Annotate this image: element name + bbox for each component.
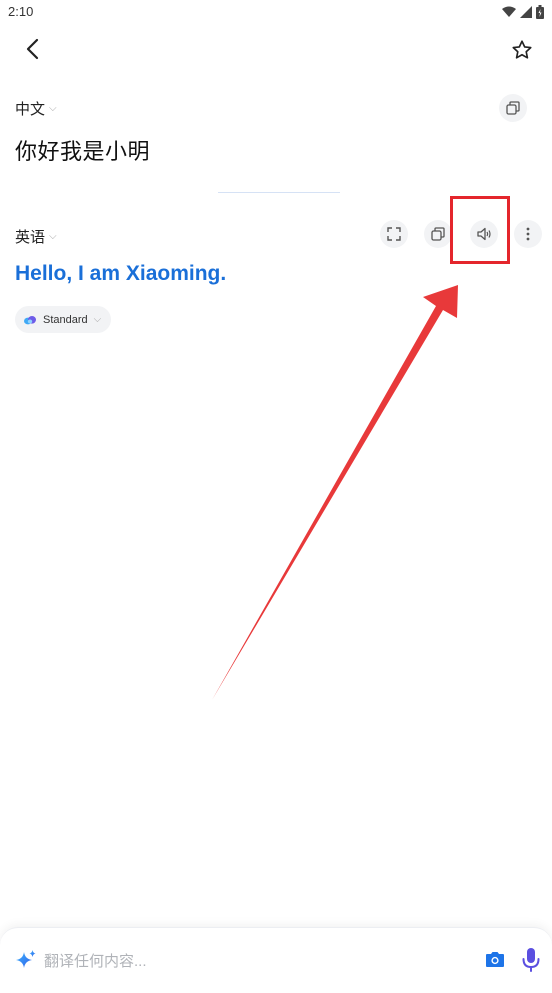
status-icons — [502, 4, 544, 20]
translation-screen: 2:10 中文 ⌵ 你好我是小明 英语 ⌵ Hello, I am Xiaomi… — [0, 0, 552, 993]
translated-text[interactable]: Hello, I am Xiaoming. — [15, 262, 226, 286]
fullscreen-icon — [387, 227, 401, 241]
section-divider — [218, 192, 340, 193]
status-time: 2:10 — [8, 4, 34, 19]
fullscreen-button[interactable] — [380, 220, 408, 248]
source-language-select[interactable]: 中文 ⌵ — [15, 98, 57, 119]
more-vertical-icon — [526, 227, 530, 241]
input-bar — [0, 927, 552, 993]
source-language-label: 中文 — [15, 101, 46, 118]
style-chip-label: Standard — [43, 313, 88, 326]
copy-icon — [431, 227, 445, 241]
source-text[interactable]: 你好我是小明 — [15, 134, 150, 166]
camera-icon — [486, 952, 504, 967]
chevron-down-icon: ⌵ — [49, 103, 57, 114]
target-copy-button[interactable] — [424, 220, 452, 248]
copy-icon — [506, 101, 520, 115]
target-language-select[interactable]: 英语 ⌵ — [15, 226, 57, 247]
battery-icon — [536, 5, 544, 19]
cloud-logo-icon — [24, 315, 36, 324]
translate-input[interactable] — [44, 948, 464, 974]
voice-input-button[interactable] — [519, 946, 543, 974]
chevron-left-icon — [26, 38, 39, 60]
camera-button[interactable] — [483, 948, 507, 972]
star-outline-icon — [512, 40, 532, 59]
source-copy-button[interactable] — [499, 94, 527, 122]
target-language-label: 英语 — [15, 229, 46, 246]
favorite-button[interactable] — [506, 34, 538, 66]
back-button[interactable] — [18, 34, 48, 64]
wifi-icon — [502, 6, 516, 17]
status-bar: 2:10 — [0, 0, 552, 24]
sparkle-icon — [16, 950, 36, 968]
translation-style-chip[interactable]: Standard ⌵ — [15, 306, 112, 333]
chevron-down-icon: ⌵ — [93, 314, 102, 325]
chevron-down-icon: ⌵ — [49, 231, 57, 242]
more-options-button[interactable] — [514, 220, 542, 248]
highlight-annotation-box — [450, 196, 510, 264]
signal-icon — [520, 6, 532, 18]
microphone-icon — [522, 948, 540, 972]
